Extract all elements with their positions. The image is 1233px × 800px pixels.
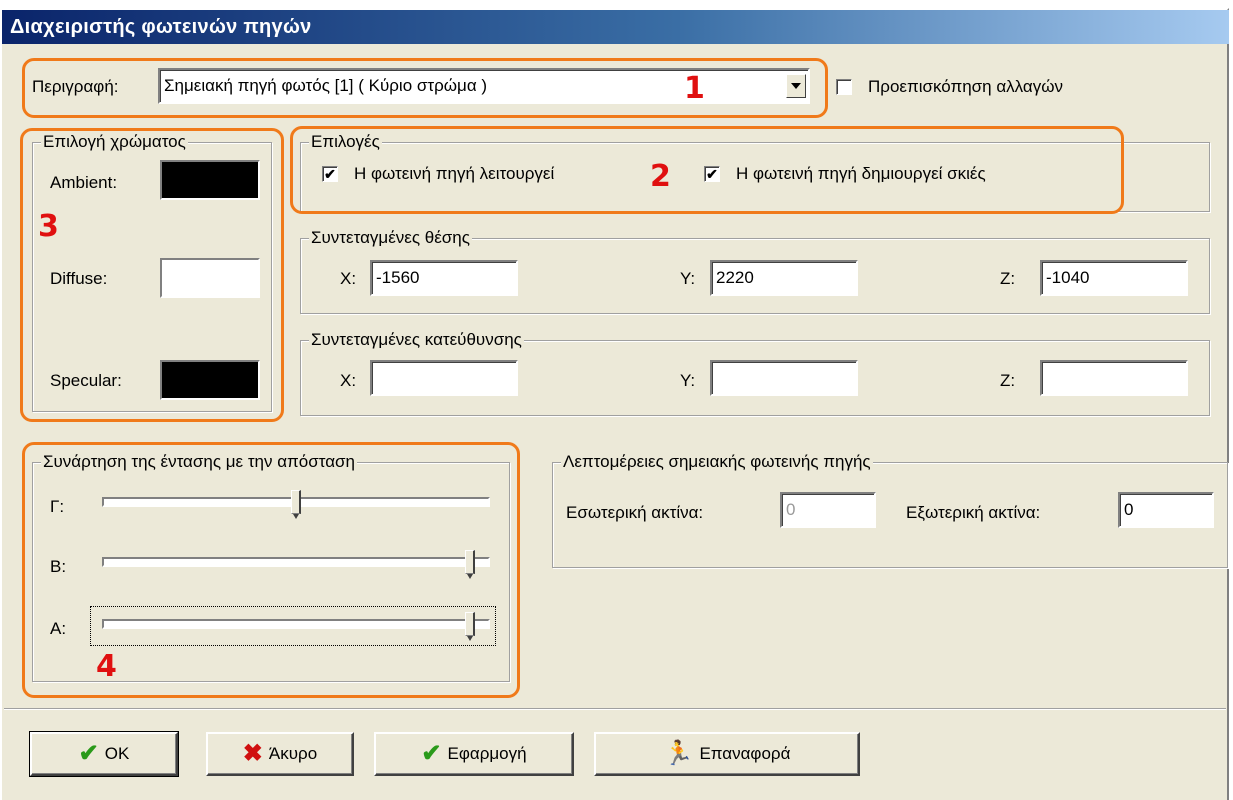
footer-separator bbox=[4, 708, 1226, 710]
ok-button-label: OK bbox=[104, 744, 130, 763]
position-y-label: Y: bbox=[680, 269, 696, 288]
checkmark-icon: ✔ bbox=[78, 740, 99, 767]
cancel-button-label: Άκυρο bbox=[268, 744, 318, 763]
position-y-input[interactable]: 2220 bbox=[710, 260, 858, 296]
position-x-label: X: bbox=[340, 269, 357, 288]
outer-radius-input[interactable]: 0 bbox=[1118, 492, 1214, 528]
inner-radius-input[interactable]: 0 bbox=[780, 492, 876, 528]
cross-icon: ✖ bbox=[242, 740, 263, 767]
annotation-number-1: 1 bbox=[684, 71, 705, 106]
window-title: Διαχειριστής φωτεινών πηγών bbox=[10, 16, 312, 38]
apply-button[interactable]: ✔ Εφαρμογή bbox=[374, 732, 574, 776]
annotation-number-4: 4 bbox=[96, 649, 117, 684]
outer-radius-label: Εξωτερική ακτίνα: bbox=[906, 503, 1041, 522]
position-x-value: -1560 bbox=[376, 268, 420, 287]
preview-changes-checkbox[interactable] bbox=[836, 79, 852, 95]
annotation-box-3 bbox=[20, 128, 284, 422]
direction-x-label: X: bbox=[340, 371, 357, 390]
double-checkmark-icon: ✔ bbox=[421, 740, 442, 767]
annotation-box-2 bbox=[290, 126, 1124, 214]
direction-group-title: Συντεταγμένες κατεύθυνσης bbox=[309, 329, 524, 351]
cancel-button[interactable]: ✖ Άκυρο bbox=[206, 732, 354, 776]
position-z-value: -1040 bbox=[1046, 268, 1090, 287]
reset-button[interactable]: 🏃 Επαναφορά bbox=[594, 732, 860, 776]
position-z-input[interactable]: -1040 bbox=[1040, 260, 1188, 296]
ok-button[interactable]: ✔ OK bbox=[29, 731, 179, 777]
apply-button-label: Εφαρμογή bbox=[447, 744, 527, 763]
outer-radius-value: 0 bbox=[1124, 500, 1134, 519]
details-group-title: Λεπτομέρειες σημειακής φωτεινής πηγής bbox=[561, 451, 873, 473]
position-x-input[interactable]: -1560 bbox=[370, 260, 518, 296]
direction-y-label: Y: bbox=[680, 371, 696, 390]
title-bar: Διαχειριστής φωτεινών πηγών bbox=[2, 10, 1229, 44]
annotation-number-3: 3 bbox=[38, 209, 59, 244]
direction-z-label: Z: bbox=[1000, 371, 1016, 390]
position-group-title: Συντεταγμένες θέσης bbox=[309, 227, 472, 249]
inner-radius-label: Εσωτερική ακτίνα: bbox=[566, 503, 704, 522]
direction-y-input[interactable] bbox=[710, 360, 858, 396]
inner-radius-value: 0 bbox=[786, 500, 796, 519]
direction-z-input[interactable] bbox=[1040, 360, 1188, 396]
annotation-box-1 bbox=[22, 58, 828, 118]
position-y-value: 2220 bbox=[716, 268, 754, 287]
position-z-label: Z: bbox=[1000, 269, 1016, 288]
preview-changes-label: Προεπισκόπηση αλλαγών bbox=[868, 77, 1064, 96]
annotation-number-2: 2 bbox=[650, 159, 671, 194]
reset-button-label: Επαναφορά bbox=[699, 744, 791, 763]
direction-x-input[interactable] bbox=[370, 360, 518, 396]
running-man-icon: 🏃 bbox=[663, 740, 694, 767]
